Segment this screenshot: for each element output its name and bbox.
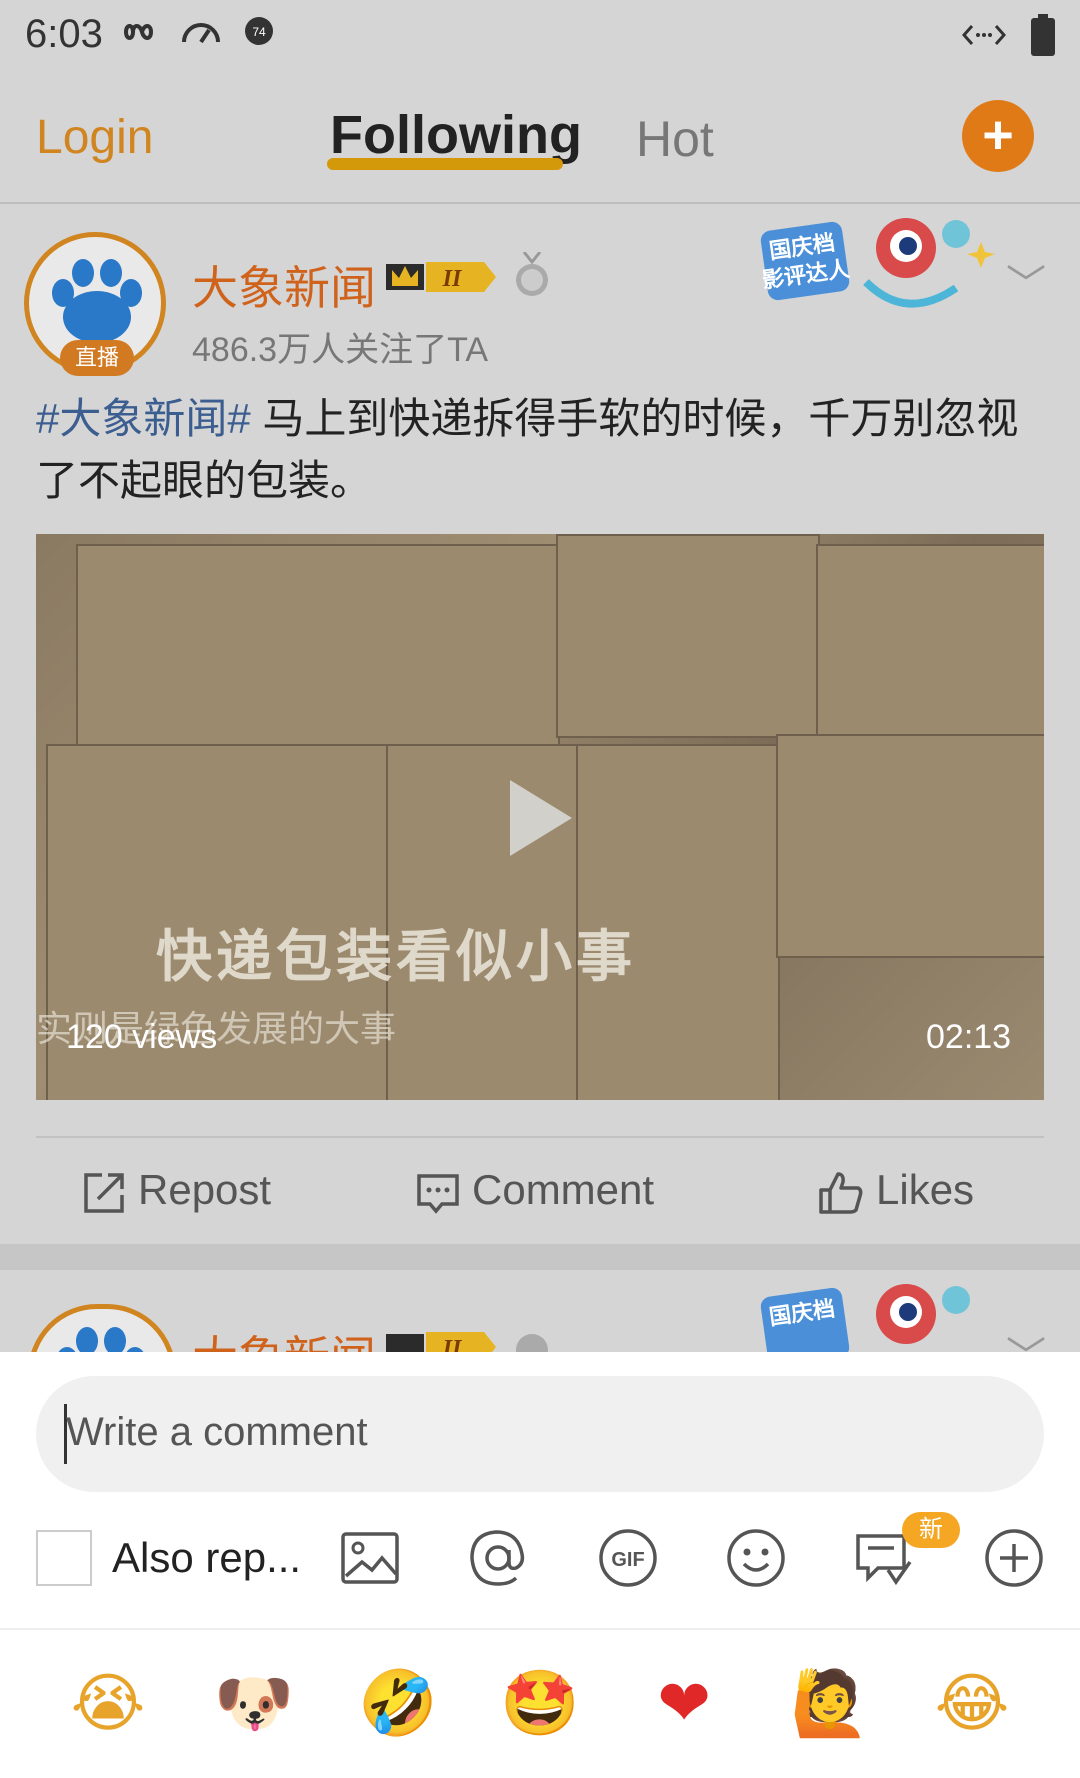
view-count: 120 views [66, 1018, 218, 1056]
next-post-preview: 大象新闻 II 国庆档 ﹀ [0, 1270, 1080, 1352]
emoji-joy[interactable]: 😂 [934, 1666, 1010, 1742]
data-transfer-icon [962, 25, 1006, 45]
next-author-avatar[interactable] [28, 1304, 176, 1352]
comment-placeholder: Write a comment [66, 1410, 368, 1454]
action-divider [36, 1136, 1044, 1138]
emoji-excited[interactable]: 🤩 [500, 1666, 580, 1742]
vip-crown-icon: II [386, 1332, 496, 1352]
also-repost-checkbox[interactable] [36, 1530, 92, 1586]
emoji-waving-figure[interactable]: 🙋 [790, 1666, 870, 1742]
like-button[interactable]: Likes [818, 1150, 974, 1230]
medal-icon [516, 252, 548, 296]
emoji-doge[interactable]: 🐶 [214, 1666, 294, 1742]
status-bar: 6:03 74 [0, 0, 1080, 74]
svg-text:74: 74 [252, 25, 266, 39]
comment-composer: Write a comment Also rep... GIF 新 [0, 1352, 1080, 1628]
gif-icon[interactable]: GIF [596, 1526, 660, 1590]
vip-level-text: II [442, 266, 463, 292]
svg-text:GIF: GIF [611, 1549, 644, 1571]
post-text: #大象新闻# 马上到快递拆得手软的时候，千万别忽视了不起眼的包装。 [36, 388, 1046, 512]
infinity-icon [124, 24, 154, 40]
movie-critic-sticker: 国庆档 [760, 1284, 970, 1352]
medal-icon [516, 1334, 548, 1352]
notification-count-icon: 74 [245, 17, 273, 45]
repost-icon [84, 1173, 124, 1213]
author-name[interactable]: 大象新闻 [192, 252, 376, 318]
tab-following[interactable]: Following [330, 104, 582, 166]
emoji-heart[interactable]: ❤ [646, 1666, 722, 1742]
plus-icon: + [982, 105, 1014, 165]
chevron-down-icon[interactable]: ﹀ [1006, 252, 1046, 310]
comment-label: Comment [472, 1166, 655, 1213]
tab-hot[interactable]: Hot [636, 110, 714, 168]
comment-button[interactable]: Comment [416, 1150, 654, 1230]
next-vip-level-text: II [442, 1336, 463, 1352]
also-repost-label[interactable]: Also rep... [112, 1534, 301, 1582]
emoji-quick-bar: 😭 🐶 🤣 🤩 ❤ 🙋 😂 [0, 1628, 1080, 1778]
paw-logo-icon [58, 1327, 144, 1352]
emoji-laughing-tears[interactable]: 🤣 [358, 1666, 438, 1742]
emoji-icon[interactable] [724, 1526, 788, 1590]
hashtag-link[interactable]: #大象新闻# [36, 395, 251, 442]
comment-icon [417, 1174, 459, 1214]
chevron-down-icon[interactable]: ﹀ [1006, 1324, 1046, 1352]
feed-post: 直播 大象新闻 II 486.3万人关注了TA 国庆档 影评达人 ﹀ #大象新闻… [0, 204, 1080, 1244]
video-caption-main: 快递包装看似小事 [156, 924, 636, 990]
video-player[interactable]: 快递包装看似小事 实则是绿色发展的大事 120 views 02:13 [36, 534, 1044, 1100]
battery-icon [1031, 14, 1055, 56]
paw-logo-icon [52, 259, 142, 343]
login-link[interactable]: Login [36, 110, 153, 165]
image-icon[interactable] [338, 1526, 402, 1590]
emoji-crying[interactable]: 😭 [70, 1666, 146, 1742]
movie-critic-sticker: 国庆档 影评达人 [761, 218, 995, 308]
speedometer-icon [182, 23, 220, 44]
feed-separator [0, 1244, 1080, 1270]
new-badge: 新 [902, 1512, 960, 1548]
status-time: 6:03 [25, 12, 103, 56]
active-tab-indicator [327, 158, 563, 170]
more-plus-icon[interactable] [982, 1526, 1046, 1590]
thumbs-up-icon [819, 1172, 863, 1214]
add-post-button[interactable]: + [962, 100, 1034, 172]
top-navigation: Login Following Hot + [0, 74, 1080, 204]
vip-crown-icon: II [386, 262, 496, 292]
play-icon[interactable] [510, 780, 572, 856]
repost-button[interactable]: Repost [82, 1150, 271, 1230]
likes-label: Likes [876, 1166, 975, 1213]
video-duration: 02:13 [926, 1018, 1012, 1056]
next-author-name[interactable]: 大象新闻 [192, 1322, 376, 1352]
repost-label: Repost [138, 1166, 272, 1213]
live-badge: 直播 [60, 340, 134, 376]
follower-count: 486.3万人关注了TA [192, 331, 489, 369]
at-icon[interactable] [466, 1526, 530, 1590]
